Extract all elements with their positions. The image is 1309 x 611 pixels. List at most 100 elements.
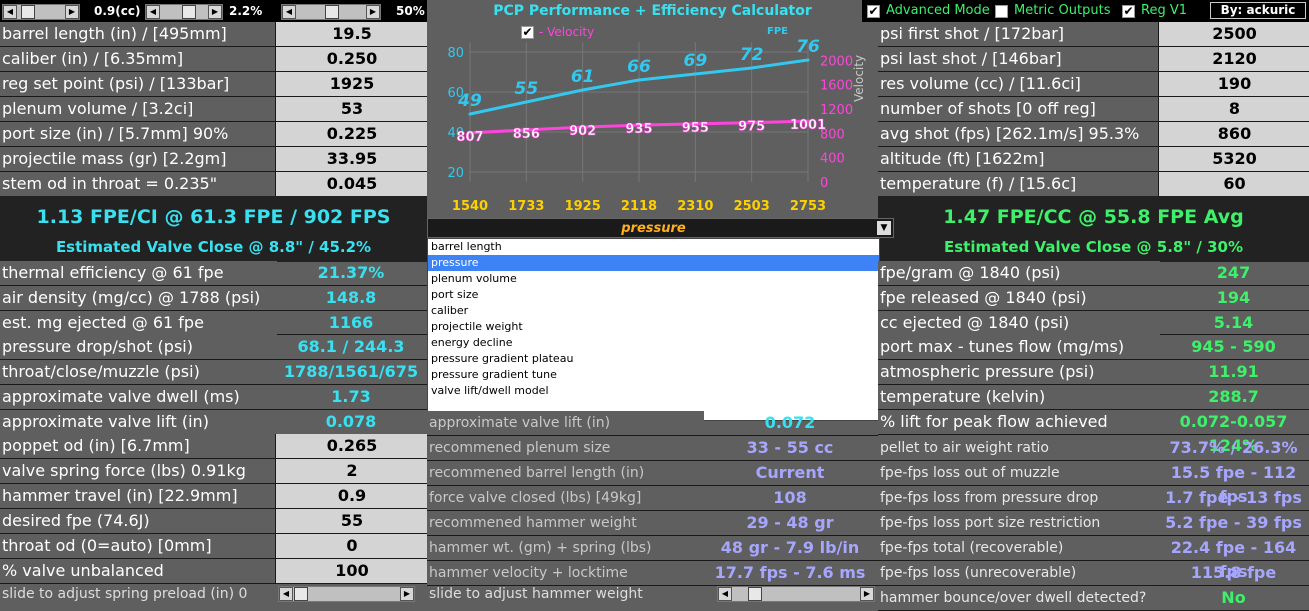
data-label: 935 — [625, 122, 652, 137]
slider-right-arrow-icon[interactable]: ▶ — [366, 5, 380, 19]
left-input-row-value[interactable]: 53 — [275, 97, 428, 121]
left-input2-row: throat od (0=auto) [0mm] 0 — [0, 534, 428, 559]
left-input2-row-value[interactable]: 100 — [275, 559, 428, 583]
right-input-row-value[interactable]: 5320 — [1158, 147, 1309, 171]
left-input2-row: hammer travel (in) [22.9mm] 0.9 — [0, 484, 428, 509]
left-input2-row: % valve unbalanced 100 — [0, 559, 428, 584]
left-axis-tick: 20 — [447, 166, 464, 181]
right-output-row-value: 247 — [1216, 263, 1251, 282]
slider-thumb[interactable] — [21, 5, 35, 19]
slider-thumb[interactable] — [294, 587, 308, 601]
dropdown-option[interactable]: valve lift/dwell model — [428, 383, 879, 399]
left-input-row-value[interactable]: 0.250 — [275, 47, 428, 71]
left-input-row: barrel length (in) / [495mm] 19.5 — [0, 22, 428, 47]
left-output-row-value: 1.73 — [331, 387, 371, 406]
right-input-row-value[interactable]: 8 — [1158, 97, 1309, 121]
left-input2-row-value[interactable]: 2 — [275, 459, 428, 483]
left-input-row-value[interactable]: 19.5 — [275, 22, 428, 46]
slider-left-arrow-icon[interactable]: ◀ — [718, 587, 732, 601]
right-input-row-value[interactable]: 2500 — [1158, 22, 1309, 46]
right-output2-row: pellet to air weight ratio 73.7% / 26.3% — [878, 436, 1309, 461]
left-axis-tick: 80 — [447, 46, 464, 61]
right-output-row-value: 11.91 — [1208, 362, 1259, 382]
metric-outputs-checkbox[interactable] — [995, 5, 1008, 18]
right-input-row-value[interactable]: 2120 — [1158, 47, 1309, 71]
right-output-row: cc ejected @ 1840 (psi) 5.14 — [878, 310, 1309, 336]
center-output-row-value: 29 - 48 gr — [746, 513, 834, 532]
left-output-row: thermal efficiency @ 61 fpe 21.37% — [0, 261, 427, 286]
dropdown-arrow-icon[interactable]: ▼ — [877, 221, 891, 235]
center-output-row-value: 0.072 — [764, 413, 816, 432]
left-input2-row-value[interactable]: 0.9 — [275, 484, 428, 508]
left-input2-row-value[interactable]: 0.265 — [275, 434, 428, 458]
center-output-row-value: 48 gr - 7.9 lb/in — [720, 538, 860, 557]
left-banner-headline: 1.13 FPE/CI @ 61.3 FPE / 902 FPS — [36, 206, 391, 228]
series-point — [693, 72, 697, 76]
left-input-row-value[interactable]: 1925 — [275, 72, 428, 96]
advanced-mode-checkbox[interactable]: ✔ — [867, 5, 880, 18]
slider-thumb[interactable] — [748, 587, 762, 601]
left-input-row-value[interactable]: 33.95 — [275, 147, 428, 171]
dropdown-option[interactable]: projectile weight — [428, 319, 879, 335]
app-title: PCP Performance + Efficiency Calculator — [493, 3, 812, 19]
center-output-row-value: 108 — [773, 488, 807, 507]
slider-left-arrow-icon[interactable]: ◀ — [279, 587, 293, 601]
slider-left-arrow-icon[interactable]: ◀ — [282, 5, 296, 19]
reg-v1-checkbox[interactable]: ✔ — [1122, 5, 1135, 18]
series-point — [524, 100, 528, 104]
slider-percent[interactable]: ◀ ▶ — [281, 4, 381, 20]
left-input2-row-value[interactable]: 0 — [275, 534, 428, 558]
series-point — [637, 78, 641, 82]
slider-right-arrow-icon[interactable]: ▶ — [860, 587, 874, 601]
dropdown-option[interactable]: energy decline — [428, 335, 879, 351]
x-axis-tick: 1540 — [452, 199, 488, 214]
left-input-row-label: projectile mass (gr) [2.2gm] — [0, 147, 277, 171]
series-point — [581, 88, 585, 92]
slider-plenum[interactable]: ◀ ▶ — [2, 4, 80, 20]
slider-right-arrow-icon[interactable]: ▶ — [208, 5, 222, 19]
center-output-row: recommened plenum size 33 - 55 cc — [427, 436, 878, 461]
slider-left-arrow-icon[interactable]: ◀ — [146, 5, 160, 19]
dropdown-option[interactable]: plenum volume — [428, 271, 879, 287]
right-input-row-label: number of shots [0 off reg] — [878, 97, 1160, 121]
left-input-row-value[interactable]: 0.225 — [275, 122, 428, 146]
left-input-row-value[interactable]: 0.045 — [275, 172, 428, 196]
right-output2-row-value: 5.2 fpe - 39 fps — [1165, 513, 1302, 532]
right-output2-row-label: fpe-fps total (recoverable) — [878, 536, 1160, 560]
slider-right-arrow-icon[interactable]: ▶ — [400, 587, 414, 601]
slider-thumb[interactable] — [182, 5, 196, 19]
right-output2-row: fpe-fps loss out of muzzle 15.5 fpe - 112… — [878, 461, 1309, 506]
dropdown-option[interactable]: port size — [428, 287, 879, 303]
dropdown-option[interactable]: pressure gradient tune — [428, 367, 879, 383]
dropdown-option[interactable]: pressure gradient plateau — [428, 351, 879, 367]
slider-right-arrow-icon[interactable]: ▶ — [65, 5, 79, 19]
chart-type-select[interactable]: pressure ▼ — [427, 218, 894, 238]
right-output-row-label: % lift for peak flow achieved — [878, 409, 1160, 434]
velocity-legend-checkbox[interactable]: ✔ — [521, 26, 534, 39]
slider2-value: 2.2% — [229, 4, 263, 18]
dropdown-option[interactable]: caliber — [428, 303, 879, 319]
left-input2-row-value[interactable]: 55 — [275, 509, 428, 533]
left-input2-row: poppet od (in) [6.7mm] 0.265 — [0, 434, 428, 459]
right-input-row-value[interactable]: 860 — [1158, 122, 1309, 146]
right-input-row-label: psi first shot / [172bar] — [878, 22, 1160, 46]
left-input-row: stem od in throat = 0.235" 0.045 — [0, 172, 428, 197]
right-input-row: number of shots [0 off reg] 8 — [878, 97, 1309, 122]
right-output-row: fpe/gram @ 1840 (psi) 247 — [878, 261, 1309, 286]
right-output-row-label: port max - tunes flow (mg/ms) — [878, 335, 1160, 360]
hammer-weight-slider[interactable]: ◀ ▶ — [717, 586, 875, 602]
dropdown-option[interactable]: barrel length — [428, 239, 879, 255]
slider-left-arrow-icon[interactable]: ◀ — [3, 5, 17, 19]
left-output-row-value: 68.1 / 244.3 — [297, 337, 405, 357]
spring-preload-slider[interactable]: ◀ ▶ — [278, 586, 415, 602]
left-output-row-value: 21.37% — [317, 263, 385, 282]
series-point — [468, 112, 472, 116]
slider-thumb[interactable] — [325, 5, 339, 19]
right-output2-row: hammer bounce/over dwell detected? No — [878, 586, 1309, 611]
slider-efficiency[interactable]: ◀ ▶ — [145, 4, 223, 20]
right-output2-row-value: 115.8 fpe — [1190, 563, 1277, 582]
dropdown-option[interactable]: pressure — [428, 255, 879, 271]
right-output-row-label: cc ejected @ 1840 (psi) — [878, 310, 1160, 335]
right-input-row-value[interactable]: 60 — [1158, 172, 1309, 196]
right-input-row-value[interactable]: 190 — [1158, 72, 1309, 96]
